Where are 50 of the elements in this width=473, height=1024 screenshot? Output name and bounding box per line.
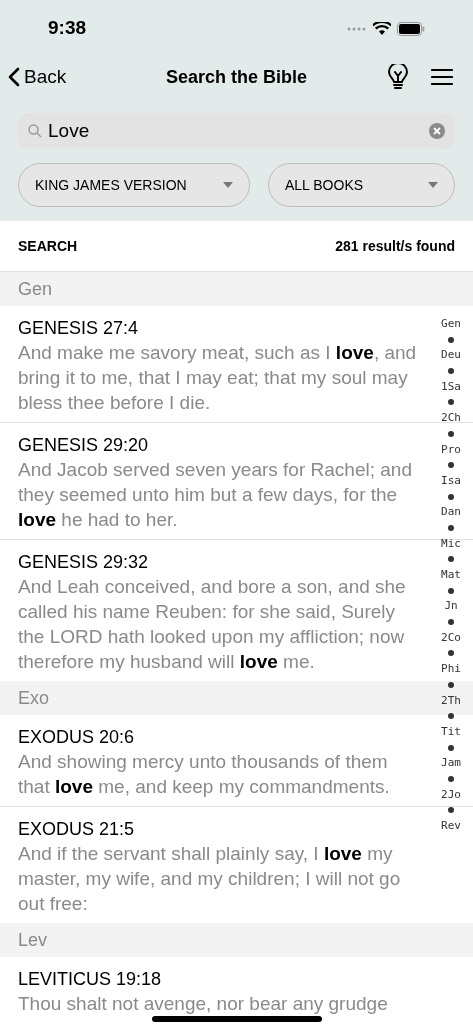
book-index-item[interactable]: Mat	[441, 567, 461, 583]
chevron-left-icon	[8, 67, 20, 87]
book-index-item[interactable]: Gen	[441, 316, 461, 332]
book-index-item[interactable]: Tit	[441, 723, 461, 740]
caret-icon	[428, 182, 438, 188]
filter-dropdown[interactable]: KING JAMES VERSION	[18, 163, 250, 207]
lightbulb-icon[interactable]	[387, 64, 409, 90]
book-index-item[interactable]: Jn	[444, 598, 458, 615]
book-index-item[interactable]: Phi	[441, 661, 461, 678]
verse-text: And showing mercy unto thousands of them that love me, and keep my commandments.	[18, 750, 391, 799]
menu-icon[interactable]	[431, 68, 453, 86]
verse-reference: EXODUS 20:6	[18, 726, 136, 749]
verse-reference: GENESIS 29:32	[18, 551, 150, 574]
verse-reference: EXODUS 21:5	[18, 818, 136, 841]
clear-icon[interactable]	[429, 123, 445, 139]
search-icon	[28, 124, 42, 138]
book-index-item[interactable]: 2Co	[441, 629, 461, 646]
verse-text: And if the servant shall plainly say, I love my master, my wife, and my children; I will not go out free:	[18, 842, 402, 916]
book-index-item[interactable]: Isa	[441, 472, 461, 489]
verse-text: Thou shalt not avenge, nor bear any grudge	[18, 992, 389, 1016]
book-index-item[interactable]: Deu	[441, 347, 461, 364]
signal-icon	[347, 25, 367, 32]
book-index-item[interactable]: 2Jo	[441, 786, 461, 803]
book-index-item[interactable]: Mic	[441, 535, 461, 552]
page-title: Search the Bible	[164, 65, 308, 89]
filter-dropdown[interactable]: ALL BOOKS	[268, 163, 455, 207]
group-header: Lev	[0, 923, 473, 957]
book-index-item[interactable]: Dan	[441, 504, 461, 521]
wifi-icon	[373, 21, 391, 36]
section-label: SEARCH	[18, 236, 78, 256]
book-index-item[interactable]: Jam	[441, 755, 461, 772]
verse-reference: LEVITICUS 19:18	[18, 968, 163, 991]
search-field[interactable]: Love	[18, 113, 455, 149]
search-input[interactable]: Love	[48, 116, 423, 146]
verse-text: And make me savory meat, such as I love, and bring it to me, that I may eat; that my soul may bless thee before I die.	[18, 341, 418, 415]
book-index-item[interactable]: Rev	[441, 818, 461, 834]
book-index-item[interactable]: 1Sa	[441, 378, 461, 395]
verse-reference: GENESIS 27:4	[18, 317, 140, 340]
back-button[interactable]: Back	[8, 62, 118, 92]
battery-icon	[397, 21, 425, 36]
status-time: 9:38	[48, 16, 87, 41]
caret-icon	[223, 182, 233, 188]
result-count: 281 result/s found	[335, 236, 455, 256]
book-index-item[interactable]: Pro	[441, 441, 461, 458]
verse-text: And Jacob served seven years for Rachel; and they seemed unto him but a few days, for the love he had to her.	[18, 458, 413, 532]
book-index-item[interactable]: 2Ch	[441, 410, 461, 427]
verse-text: And Leah conceived, and bore a son, and she called his name Reuben: for she said, Surely the LORD hath looked upon my affliction; now therefore my husband will love me.	[18, 575, 407, 674]
book-index-item[interactable]: 2Th	[441, 692, 461, 709]
group-header: Gen	[0, 272, 473, 306]
verse-reference: GENESIS 29:20	[18, 434, 150, 457]
